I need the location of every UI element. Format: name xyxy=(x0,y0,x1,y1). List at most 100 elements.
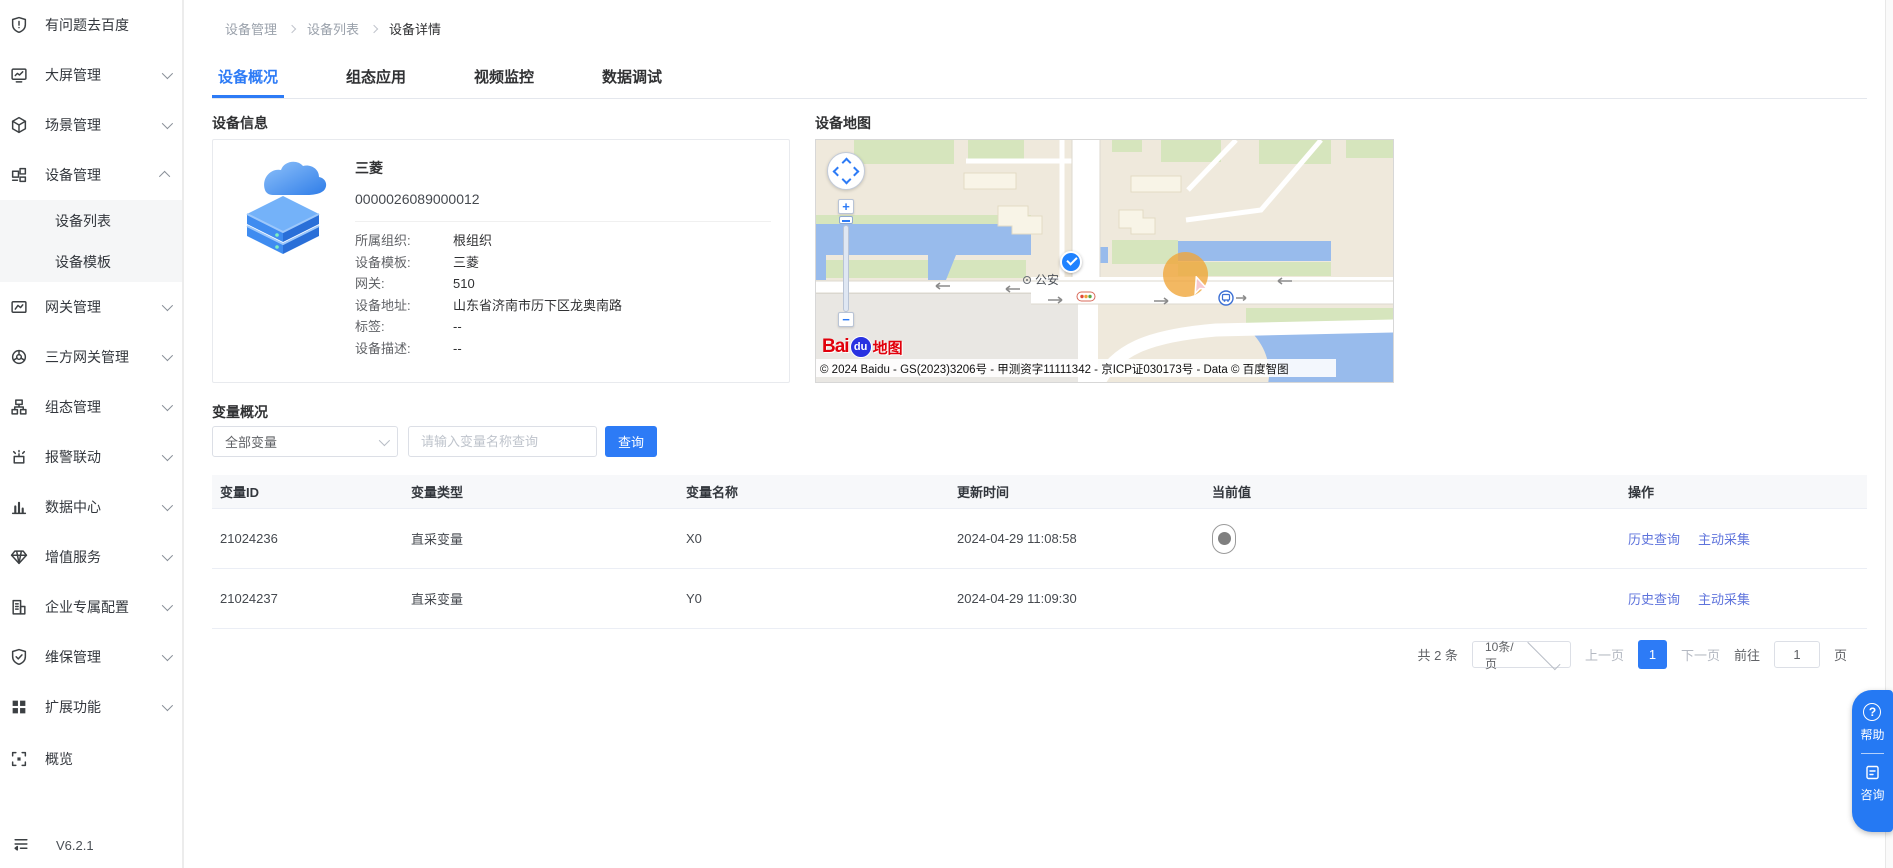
device-name: 三菱 xyxy=(355,158,771,178)
tab-device-overview[interactable]: 设备概况 xyxy=(212,60,284,98)
goto-label: 前往 xyxy=(1734,645,1760,664)
sidebar-item-label: 报警联动 xyxy=(45,447,162,467)
col-header-name: 变量名称 xyxy=(686,482,957,501)
version-label: V6.2.1 xyxy=(56,838,94,853)
sidebar-footer: V6.2.1 xyxy=(0,828,182,862)
map-poi-police: 公安 xyxy=(1023,271,1059,288)
sidebar-item-label: 场景管理 xyxy=(45,115,162,135)
click-indicator xyxy=(1163,252,1208,297)
baidu-map-logo: Bai du 地图 xyxy=(822,334,903,360)
sidebar-item-maintenance-mgmt[interactable]: 维保管理 xyxy=(0,632,182,682)
map-zoom-in-button[interactable]: + xyxy=(838,199,854,214)
floating-help-widget: ? 帮助 咨询 xyxy=(1852,690,1893,832)
breadcrumb: 设备管理 设备列表 设备详情 xyxy=(225,19,441,38)
pan-left-icon[interactable] xyxy=(833,167,843,177)
chevron-down-icon xyxy=(162,118,173,129)
map-pan-control[interactable] xyxy=(827,152,865,190)
history-query-link[interactable]: 历史查询 xyxy=(1628,589,1680,608)
gem-icon xyxy=(9,547,29,567)
sidebar-item-label: 扩展功能 xyxy=(45,697,162,717)
col-header-id: 变量ID xyxy=(220,482,411,501)
manual-collect-link[interactable]: 主动采集 xyxy=(1698,529,1750,548)
prev-page-button[interactable]: 上一页 xyxy=(1585,645,1624,664)
tab-data-debug[interactable]: 数据调试 xyxy=(596,60,668,98)
sidebar-item-config-mgmt[interactable]: 组态管理 xyxy=(0,382,182,432)
sidebar-item-value-added[interactable]: 增值服务 xyxy=(0,532,182,582)
map-copyright: © 2024 Baidu - GS(2023)3206号 - 甲测资字11111… xyxy=(816,359,1336,377)
sidebar-item-enterprise-config[interactable]: 企业专属配置 xyxy=(0,582,182,632)
tree-icon xyxy=(9,397,29,417)
current-page-button[interactable]: 1 xyxy=(1638,640,1667,669)
baidu-logo-bai: Bai xyxy=(822,336,849,358)
sidebar-item-device-template[interactable]: 设备模板 xyxy=(0,241,182,282)
tab-video-monitor[interactable]: 视频监控 xyxy=(468,60,540,98)
value-toggle-off[interactable] xyxy=(1212,524,1236,554)
map-zoom-slider-track[interactable] xyxy=(843,225,849,312)
poi-dot-icon xyxy=(1023,276,1031,284)
cell-variable-id: 21024237 xyxy=(220,591,411,606)
sidebar-item-overview[interactable]: 概览 xyxy=(0,734,182,784)
select-value: 全部变量 xyxy=(225,432,379,451)
breadcrumb-item[interactable]: 设备列表 xyxy=(307,19,359,38)
device-image xyxy=(227,152,339,268)
chevron-down-icon xyxy=(162,700,173,711)
pan-up-icon[interactable] xyxy=(842,158,852,168)
manual-collect-link[interactable]: 主动采集 xyxy=(1698,589,1750,608)
field-label: 设备描述: xyxy=(355,342,453,355)
sidebar-item-data-center[interactable]: 数据中心 xyxy=(0,482,182,532)
sidebar-item-gateway-mgmt[interactable]: 网关管理 xyxy=(0,282,182,332)
device-location-marker[interactable] xyxy=(1060,251,1082,273)
chevron-down-icon xyxy=(162,68,173,79)
map-zoom-slider-handle[interactable] xyxy=(839,216,853,224)
sidebar-item-extensions[interactable]: 扩展功能 xyxy=(0,682,182,732)
widget-divider xyxy=(1861,753,1884,754)
breadcrumb-item[interactable]: 设备管理 xyxy=(225,19,277,38)
history-query-link[interactable]: 历史查询 xyxy=(1628,529,1680,548)
page-size-select[interactable]: 10条/页 xyxy=(1472,641,1571,668)
pan-right-icon[interactable] xyxy=(850,167,860,177)
sidebar-item-screen-mgmt[interactable]: 大屏管理 xyxy=(0,50,182,100)
baidu-logo-map: 地图 xyxy=(873,337,903,358)
wheel-icon xyxy=(9,347,29,367)
breadcrumb-current: 设备详情 xyxy=(389,19,441,38)
field-value: -- xyxy=(453,320,462,333)
sidebar-item-alarm-linkage[interactable]: 报警联动 xyxy=(0,432,182,482)
sidebar-item-scene-mgmt[interactable]: 场景管理 xyxy=(0,100,182,150)
query-button[interactable]: 查询 xyxy=(605,426,657,457)
field-value: 山东省济南市历下区龙奥南路 xyxy=(453,299,622,312)
collapse-icon[interactable] xyxy=(12,835,30,856)
device-grid-icon xyxy=(9,165,29,185)
goto-page-input[interactable] xyxy=(1774,641,1820,668)
variable-type-select[interactable]: 全部变量 xyxy=(212,426,398,457)
field-label: 设备模板: xyxy=(355,256,453,269)
sidebar-item-device-list[interactable]: 设备列表 xyxy=(0,200,182,241)
field-value: 根组织 xyxy=(453,234,492,247)
consult-label: 咨询 xyxy=(1860,786,1884,803)
sidebar-item-device-mgmt[interactable]: 设备管理 xyxy=(0,150,182,200)
pan-down-icon[interactable] xyxy=(842,175,852,185)
consult-button[interactable]: 咨询 xyxy=(1860,764,1884,803)
alarm-icon xyxy=(9,447,29,467)
map-zoom-out-button[interactable]: − xyxy=(838,312,854,327)
monitor-chart-icon xyxy=(9,297,29,317)
field-label: 设备地址: xyxy=(355,299,453,312)
sidebar-item-baidu-help[interactable]: 有问题去百度 xyxy=(0,0,182,50)
next-page-button[interactable]: 下一页 xyxy=(1681,645,1720,664)
chevron-down-icon xyxy=(1527,636,1560,669)
device-map[interactable]: + − 公安 Bai du 地图 © 2024 Baidu - GS(2023)… xyxy=(815,139,1394,383)
cell-updated-time: 2024-04-29 11:09:30 xyxy=(957,591,1212,606)
tab-config-app[interactable]: 组态应用 xyxy=(340,60,412,98)
sidebar-item-thirdparty-gateway[interactable]: 三方网关管理 xyxy=(0,332,182,382)
bar-chart-icon xyxy=(9,497,29,517)
sidebar-item-label: 大屏管理 xyxy=(45,65,162,85)
help-button[interactable]: ? 帮助 xyxy=(1860,703,1884,743)
chevron-down-icon xyxy=(379,434,390,445)
variable-search-input[interactable] xyxy=(408,426,597,457)
pagination-total: 共 2 条 xyxy=(1417,645,1457,664)
chevron-down-icon xyxy=(162,500,173,511)
pagination: 共 2 条 10条/页 上一页 1 下一页 前往 页 xyxy=(212,640,1867,669)
col-header-updated: 更新时间 xyxy=(957,482,1212,501)
overview-icon xyxy=(9,749,29,769)
app-root: 有问题去百度 大屏管理 场景管理 设备管理 设备列表 xyxy=(0,0,1893,868)
variables-table: 变量ID 变量类型 变量名称 更新时间 当前值 操作 21024236 直采变量… xyxy=(212,475,1867,629)
